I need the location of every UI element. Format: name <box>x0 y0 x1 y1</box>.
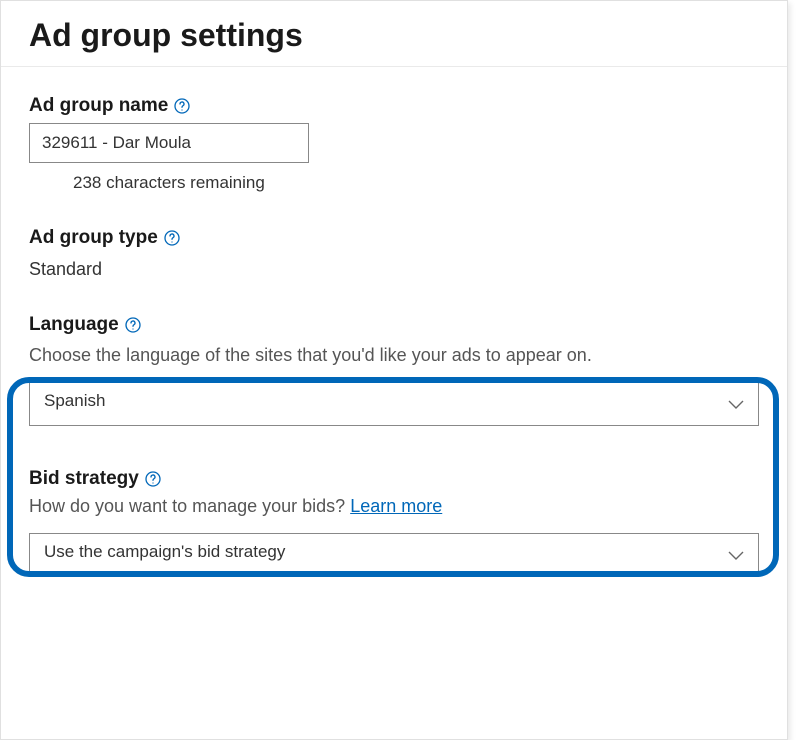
bid-strategy-select-wrap: Use the campaign's bid strategy <box>29 533 759 577</box>
panel-title: Ad group settings <box>29 17 759 54</box>
help-icon[interactable] <box>164 230 180 246</box>
field-label-row: Bid strategy <box>29 468 759 490</box>
learn-more-link[interactable]: Learn more <box>350 496 442 516</box>
ad-group-name-field: Ad group name 238 characters remaining <box>29 95 759 193</box>
field-label-row: Language <box>29 314 759 336</box>
field-label-row: Ad group name <box>29 95 759 117</box>
bid-strategy-description-text: How do you want to manage your bids? <box>29 496 350 516</box>
language-select-wrap: Spanish <box>29 382 759 426</box>
help-icon[interactable] <box>174 98 190 114</box>
bid-strategy-description: How do you want to manage your bids? Lea… <box>29 496 759 517</box>
help-icon[interactable] <box>125 317 141 333</box>
language-field: Language Choose the language of the site… <box>29 314 759 426</box>
ad-group-name-label: Ad group name <box>29 95 168 117</box>
bid-strategy-field: Bid strategy How do you want to manage y… <box>29 468 759 577</box>
help-icon[interactable] <box>145 471 161 487</box>
language-select[interactable]: Spanish <box>29 382 759 426</box>
ad-group-settings-panel: Ad group settings Ad group name 238 char… <box>0 0 788 740</box>
bid-strategy-select[interactable]: Use the campaign's bid strategy <box>29 533 759 577</box>
bid-strategy-label: Bid strategy <box>29 468 139 490</box>
ad-group-type-field: Ad group type Standard <box>29 227 759 280</box>
panel-body: Ad group name 238 characters remaining A… <box>1 67 787 577</box>
ad-group-type-value: Standard <box>29 259 759 280</box>
ad-group-name-input[interactable] <box>29 123 309 163</box>
characters-remaining: 238 characters remaining <box>73 173 759 193</box>
panel-header: Ad group settings <box>1 1 787 67</box>
field-label-row: Ad group type <box>29 227 759 249</box>
language-description: Choose the language of the sites that yo… <box>29 342 759 368</box>
ad-group-type-label: Ad group type <box>29 227 158 249</box>
language-label: Language <box>29 314 119 336</box>
